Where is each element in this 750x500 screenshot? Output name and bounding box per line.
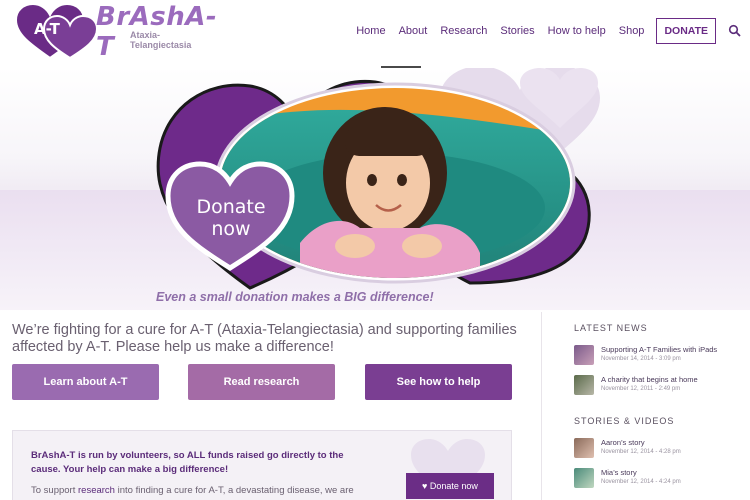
nav-how-to-help[interactable]: How to help (548, 25, 606, 37)
hero-tagline: Even a small donation makes a BIG differ… (156, 290, 434, 304)
research-link[interactable]: research (78, 485, 115, 496)
nav-shop[interactable]: Shop (619, 25, 645, 37)
volunteer-text-2-pre: To support (31, 485, 78, 496)
donate-now-button[interactable]: ♥ Donate now (406, 473, 494, 499)
stories-videos-heading: STORIES & VIDEOS (574, 416, 675, 426)
latest-news-heading: LATEST NEWS (574, 323, 648, 333)
story-thumbnail (574, 468, 594, 488)
story-date: November 12, 2014 - 4:24 pm (601, 479, 681, 485)
volunteer-text-2: To support research into finding a cure … (31, 485, 371, 496)
site-header: A-T BrAshA-T Ataxia-Telangiectasia Home … (0, 0, 750, 68)
search-icon[interactable] (728, 24, 742, 38)
news-item[interactable]: A charity that begins at home November 1… (574, 375, 744, 401)
news-date: November 12, 2011 - 2:49 pm (601, 386, 681, 392)
read-research-button[interactable]: Read research (188, 364, 335, 400)
story-thumbnail (574, 438, 594, 458)
news-thumbnail (574, 375, 594, 395)
nav-about[interactable]: About (399, 25, 428, 37)
donate-now-bubble[interactable]: Donate now (186, 196, 276, 240)
hero-banner: Donate now Even a small donation makes a… (0, 68, 750, 312)
story-item[interactable]: Aaron’s story November 12, 2014 - 4:28 p… (574, 438, 744, 464)
volunteer-text: BrAshA-T is run by volunteers, so ALL fu… (31, 450, 344, 475)
intro-text: We’re fighting for a cure for A-T (Ataxi… (12, 322, 517, 355)
story-title[interactable]: Aaron’s story (601, 438, 645, 447)
volunteer-box: BrAshA-T is run by volunteers, so ALL fu… (12, 430, 512, 500)
news-thumbnail (574, 345, 594, 365)
site-logo[interactable]: A-T BrAshA-T Ataxia-Telangiectasia (12, 2, 217, 62)
hero-artwork (156, 68, 600, 290)
news-date: November 14, 2014 - 3:09 pm (601, 356, 681, 362)
story-title[interactable]: Mia’s story (601, 468, 637, 477)
nav-donate-button[interactable]: DONATE (656, 18, 716, 44)
sidebar: LATEST NEWS Supporting A-T Families with… (541, 312, 750, 500)
see-how-to-help-button[interactable]: See how to help (365, 364, 512, 400)
story-date: November 12, 2014 - 4:28 pm (601, 449, 681, 455)
news-item[interactable]: Supporting A-T Families with iPads Novem… (574, 345, 744, 371)
nav-home[interactable]: Home (356, 25, 385, 37)
news-title[interactable]: Supporting A-T Families with iPads (601, 345, 717, 354)
logo-subtitle: Ataxia-Telangiectasia (130, 30, 192, 50)
donate-bubble-line1: Donate (196, 196, 266, 218)
logo-heart-text: A-T (34, 20, 60, 38)
main-content: We’re fighting for a cure for A-T (Ataxi… (0, 312, 540, 500)
volunteer-text-2-post: into finding a cure for A-T, a devastati… (114, 485, 354, 496)
main-nav: Home About Research Stories How to help … (343, 18, 742, 44)
nav-research[interactable]: Research (440, 25, 487, 37)
donate-bubble-line2: now (211, 218, 251, 240)
nav-stories[interactable]: Stories (500, 25, 534, 37)
learn-about-at-button[interactable]: Learn about A-T (12, 364, 159, 400)
story-item[interactable]: Mia’s story November 12, 2014 - 4:24 pm (574, 468, 744, 494)
news-title[interactable]: A charity that begins at home (601, 375, 698, 384)
